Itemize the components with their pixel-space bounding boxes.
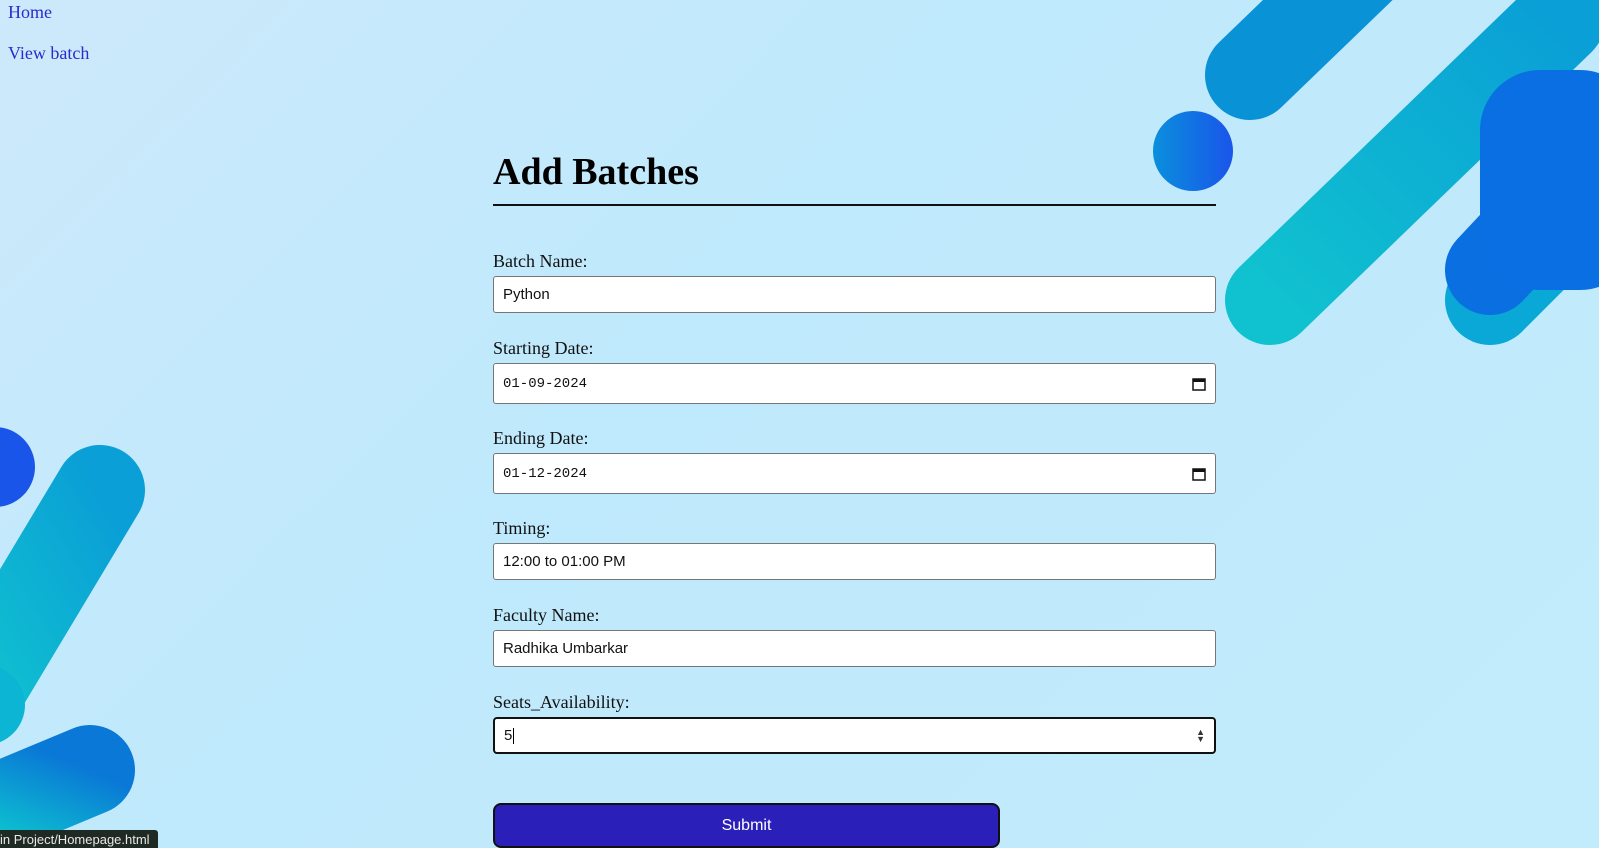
seats-availability-value: 5 [504, 726, 513, 744]
add-batch-form: Add Batches Batch Name: Python Starting … [493, 150, 1216, 848]
timing-field: Timing: 12:00 to 01:00 PM [493, 518, 1216, 580]
status-bar-url: in Project/Homepage.html [0, 830, 158, 848]
timing-input[interactable]: 12:00 to 01:00 PM [493, 543, 1216, 580]
faculty-name-value: Radhika Umbarkar [503, 640, 629, 657]
ending-date-input[interactable]: 01-12-2024 [493, 453, 1216, 494]
number-spinner-icon[interactable]: ▲ ▼ [1196, 727, 1205, 743]
batch-name-value: Python [503, 286, 550, 303]
batch-name-field: Batch Name: Python [493, 251, 1216, 313]
submit-button[interactable]: Submit [493, 803, 1000, 848]
batch-name-input[interactable]: Python [493, 276, 1216, 313]
starting-date-input[interactable]: 01-09-2024 [493, 363, 1216, 404]
starting-date-value: 01-09-2024 [503, 375, 588, 392]
text-caret [513, 728, 515, 745]
faculty-name-label: Faculty Name: [493, 605, 600, 625]
starting-date-field: Starting Date: 01-09-2024 [493, 338, 1216, 404]
seats-availability-label: Seats_Availability: [493, 692, 630, 712]
ending-date-field: Ending Date: 01-12-2024 [493, 428, 1216, 494]
calendar-icon[interactable] [1192, 467, 1206, 481]
page-title: Add Batches [493, 150, 1216, 206]
batch-name-label: Batch Name: [493, 251, 588, 271]
timing-value: 12:00 to 01:00 PM [503, 553, 626, 570]
calendar-icon[interactable] [1192, 377, 1206, 391]
ending-date-value: 01-12-2024 [503, 465, 588, 482]
view-batch-link[interactable]: View batch [8, 43, 89, 64]
seats-availability-field: Seats_Availability: 5 ▲ ▼ [493, 692, 1216, 754]
faculty-name-field: Faculty Name: Radhika Umbarkar [493, 605, 1216, 667]
seats-availability-input[interactable]: 5 ▲ ▼ [493, 717, 1216, 754]
timing-label: Timing: [493, 518, 551, 538]
starting-date-label: Starting Date: [493, 338, 594, 358]
ending-date-label: Ending Date: [493, 428, 589, 448]
faculty-name-input[interactable]: Radhika Umbarkar [493, 630, 1216, 667]
home-link[interactable]: Home [8, 2, 52, 23]
